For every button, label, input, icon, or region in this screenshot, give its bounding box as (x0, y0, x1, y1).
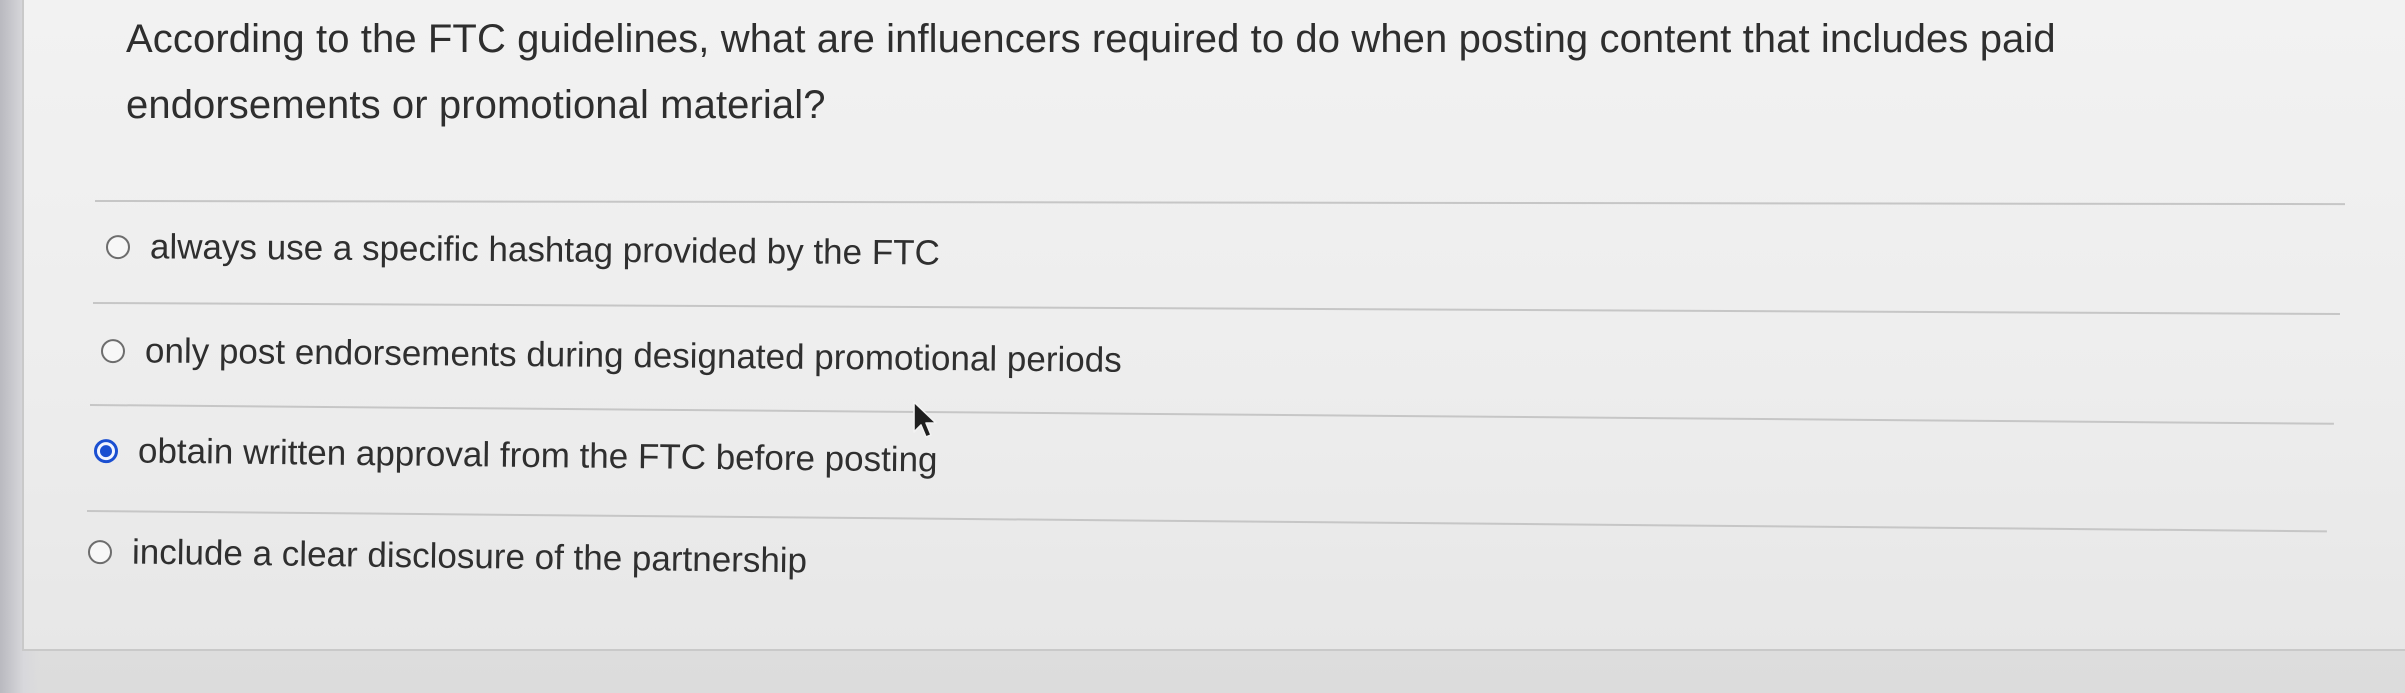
mouse-cursor-icon (913, 401, 937, 438)
radio-dot-icon (99, 445, 113, 458)
answer-option-label: always use a specific hashtag provided b… (149, 227, 940, 273)
answer-option-label: include a clear disclosure of the partne… (131, 532, 808, 581)
answer-option-1[interactable]: always use a specific hashtag provided b… (105, 226, 940, 275)
radio-empty-icon[interactable] (105, 235, 131, 260)
question-text: According to the FTC guidelines, what ar… (126, 17, 2056, 127)
radio-empty-icon[interactable] (100, 339, 126, 364)
radio-filled-icon[interactable] (93, 439, 119, 464)
radio-empty-icon[interactable] (87, 540, 113, 565)
